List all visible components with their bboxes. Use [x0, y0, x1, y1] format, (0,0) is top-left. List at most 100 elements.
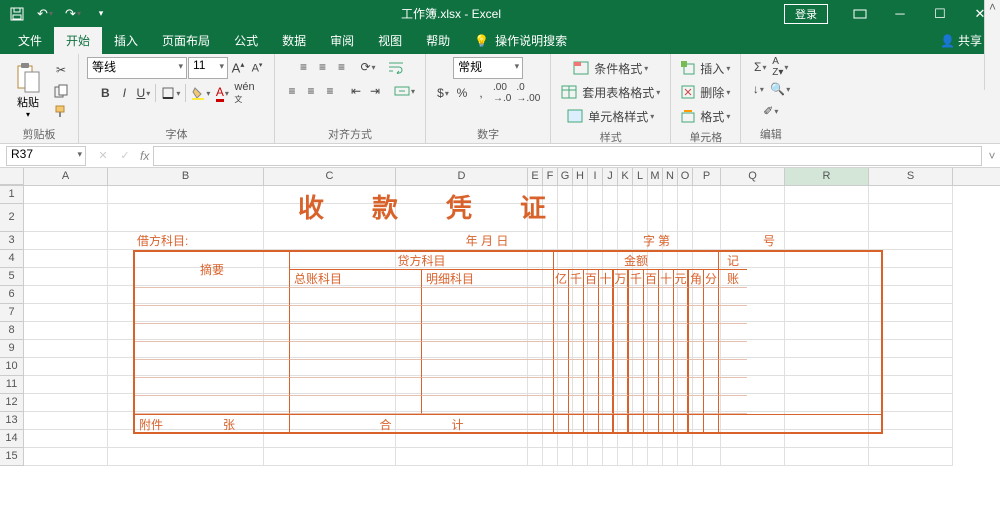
amount-cell[interactable] [614, 324, 629, 342]
maximize-button[interactable]: ☐ [920, 0, 960, 27]
amount-cell[interactable] [629, 396, 644, 414]
amount-cell[interactable] [659, 306, 674, 324]
cut-button[interactable]: ✂ [52, 60, 70, 80]
menu-file[interactable]: 文件 [6, 27, 54, 54]
align-top-button[interactable]: ≡ [294, 57, 312, 77]
amount-cell[interactable] [689, 270, 704, 288]
amount-cell[interactable] [599, 288, 614, 306]
col-header[interactable]: F [543, 168, 558, 185]
fx-icon[interactable]: fx [140, 149, 149, 163]
gl-cell[interactable] [290, 324, 422, 342]
cell[interactable] [24, 186, 108, 204]
cell[interactable] [24, 304, 108, 322]
row-header[interactable]: 2 [0, 204, 24, 232]
cell[interactable] [24, 448, 108, 466]
amount-cell[interactable] [584, 306, 599, 324]
detail-cell[interactable] [422, 270, 554, 288]
expand-formula-bar[interactable]: ˅ [984, 149, 1000, 163]
amount-cell[interactable] [599, 360, 614, 378]
row-header[interactable]: 13 [0, 412, 24, 430]
jz-cell[interactable] [719, 288, 747, 306]
row-header[interactable]: 7 [0, 304, 24, 322]
find-select-button[interactable]: 🔍 [768, 79, 792, 99]
name-box[interactable]: R37 [6, 146, 86, 166]
row-header[interactable]: 1 [0, 186, 24, 204]
gl-cell[interactable] [290, 306, 422, 324]
amount-cell[interactable] [569, 306, 584, 324]
col-header[interactable]: H [573, 168, 588, 185]
amount-cell[interactable] [704, 324, 719, 342]
gl-cell[interactable] [290, 378, 422, 396]
amount-cell[interactable] [554, 288, 569, 306]
jz-cell[interactable] [719, 306, 747, 324]
amount-cell[interactable] [704, 270, 719, 288]
cell[interactable] [785, 204, 869, 232]
font-color-button[interactable]: A [213, 83, 231, 103]
col-header[interactable]: O [678, 168, 693, 185]
cell[interactable] [108, 448, 264, 466]
amount-cell[interactable] [629, 324, 644, 342]
amount-cell[interactable] [629, 360, 644, 378]
cell[interactable] [24, 322, 108, 340]
cell[interactable] [603, 448, 618, 466]
amount-cell[interactable] [689, 378, 704, 396]
summary-cell[interactable] [135, 342, 290, 360]
font-size-select[interactable]: 11 [188, 57, 228, 79]
col-header[interactable]: R [785, 168, 869, 185]
amount-cell[interactable] [674, 270, 689, 288]
collapse-ribbon-button[interactable]: ˄ [984, 0, 1000, 90]
amount-cell[interactable] [569, 342, 584, 360]
enter-fx[interactable]: ✓ [114, 149, 136, 162]
amount-cell[interactable] [659, 324, 674, 342]
tab-formula[interactable]: 公式 [222, 27, 270, 54]
insert-cells-button[interactable]: 插入 [679, 57, 732, 79]
amount-cell[interactable] [689, 342, 704, 360]
amount-cell[interactable] [584, 288, 599, 306]
col-header[interactable]: C [264, 168, 396, 185]
amount-cell[interactable] [554, 324, 569, 342]
cell[interactable] [785, 186, 869, 204]
gl-cell[interactable] [290, 288, 422, 306]
cell[interactable] [618, 448, 633, 466]
increase-decimal-button[interactable]: .00→.0 [491, 83, 513, 103]
amount-cell[interactable] [614, 342, 629, 360]
row-header[interactable]: 6 [0, 286, 24, 304]
col-header[interactable]: A [24, 168, 108, 185]
jz-cell[interactable] [719, 342, 747, 360]
cell[interactable] [396, 448, 528, 466]
row-header[interactable]: 8 [0, 322, 24, 340]
align-middle-button[interactable]: ≡ [313, 57, 331, 77]
amount-cell[interactable] [554, 270, 569, 288]
cell[interactable] [648, 448, 663, 466]
undo-button[interactable]: ↶ [34, 3, 56, 25]
amount-cell[interactable] [584, 378, 599, 396]
align-center-button[interactable]: ≡ [302, 81, 320, 101]
cell[interactable] [24, 268, 108, 286]
amount-cell[interactable] [644, 288, 659, 306]
cell[interactable] [648, 186, 663, 204]
cell[interactable] [633, 204, 648, 232]
cell[interactable] [721, 204, 785, 232]
cell[interactable] [24, 358, 108, 376]
decrease-decimal-button[interactable]: .0→.00 [514, 83, 542, 103]
amount-cell[interactable] [689, 306, 704, 324]
row-header[interactable]: 12 [0, 394, 24, 412]
cell[interactable] [528, 448, 543, 466]
conditional-format-button[interactable]: 条件格式 [571, 57, 650, 79]
jz-cell[interactable] [719, 324, 747, 342]
detail-cell[interactable] [422, 342, 554, 360]
cell[interactable] [588, 448, 603, 466]
increase-indent-button[interactable]: ⇥ [366, 81, 384, 101]
amount-cell[interactable] [614, 270, 629, 288]
amount-cell[interactable] [659, 396, 674, 414]
amount-cell[interactable] [614, 306, 629, 324]
cell[interactable] [24, 412, 108, 430]
amount-cell[interactable] [554, 360, 569, 378]
cell[interactable] [663, 186, 678, 204]
amount-cell[interactable] [674, 360, 689, 378]
summary-cell[interactable] [135, 324, 290, 342]
gl-cell[interactable] [290, 396, 422, 414]
row-header[interactable]: 9 [0, 340, 24, 358]
italic-button[interactable]: I [115, 83, 133, 103]
cell[interactable] [693, 204, 721, 232]
